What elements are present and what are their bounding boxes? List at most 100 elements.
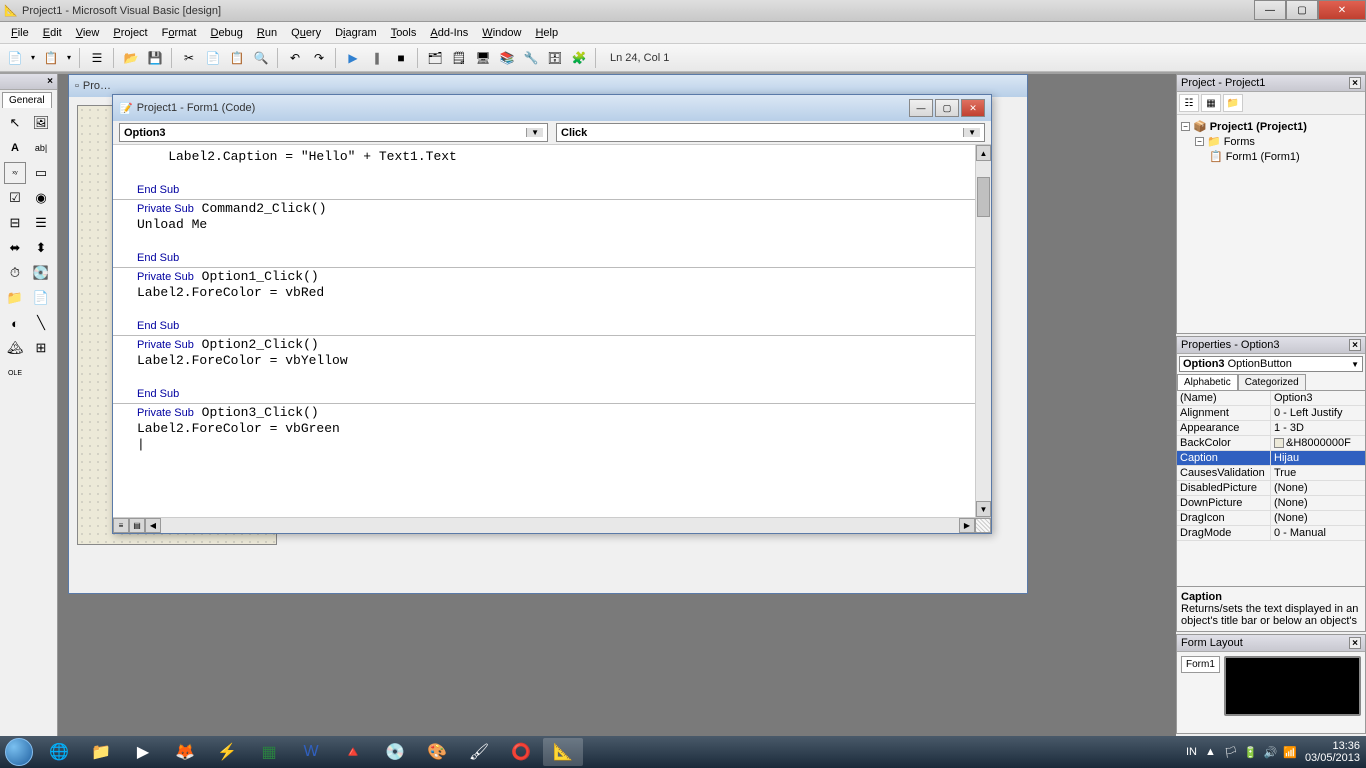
tree-project-root[interactable]: − 📦 Project1 (Project1) <box>1181 119 1361 134</box>
property-row[interactable]: (Name)Option3 <box>1177 391 1365 406</box>
object-selector[interactable]: Option3 OptionButton ▼ <box>1179 356 1363 372</box>
tree-forms-folder[interactable]: − 📁 Forms <box>1181 134 1361 149</box>
menu-diagram[interactable]: Diagram <box>328 24 384 42</box>
scroll-thumb[interactable] <box>977 177 990 217</box>
code-close-button[interactable]: ✕ <box>961 99 985 117</box>
textbox-tool[interactable]: ab| <box>30 137 52 159</box>
battery-icon[interactable]: 🔋 <box>1244 746 1258 759</box>
combobox-tool[interactable]: ⊟ <box>4 212 26 234</box>
monitor-preview[interactable] <box>1224 656 1361 716</box>
form-layout-body[interactable]: Form1 <box>1177 652 1365 733</box>
show-hidden-icon[interactable]: ▲ <box>1205 746 1216 758</box>
taskbar-word[interactable]: W <box>291 738 331 766</box>
property-row[interactable]: DragIcon(None) <box>1177 511 1365 526</box>
menu-debug[interactable]: Debug <box>203 24 249 42</box>
property-value[interactable]: True <box>1271 466 1365 480</box>
object-browser-button[interactable]: 📚 <box>496 47 518 69</box>
undo-button[interactable]: ↶ <box>284 47 306 69</box>
dropdown-arrow[interactable]: ▾ <box>64 47 74 69</box>
taskbar-explorer[interactable]: 📁 <box>81 738 121 766</box>
volume-icon[interactable]: 🔊 <box>1264 746 1278 759</box>
language-indicator[interactable]: IN <box>1186 746 1197 758</box>
add-project-button[interactable]: 📄 <box>4 47 26 69</box>
taskbar-paint[interactable]: 🖌 <box>459 738 499 766</box>
toggle-folders-button[interactable]: 📁 <box>1223 94 1243 112</box>
property-value[interactable]: Hijau <box>1271 451 1365 465</box>
property-value[interactable]: 0 - Manual <box>1271 526 1365 540</box>
scroll-right-icon[interactable]: ▶ <box>959 518 975 533</box>
scroll-left-icon[interactable]: ◀ <box>145 518 161 533</box>
filelistbox-tool[interactable]: 📄 <box>30 287 52 309</box>
toolbox-close-icon[interactable]: × <box>47 76 53 87</box>
project-tree[interactable]: − 📦 Project1 (Project1) − 📁 Forms 📋 Form… <box>1177 115 1365 333</box>
vscrollbar-tool[interactable]: ⬍ <box>30 237 52 259</box>
code-body[interactable]: Label2.Caption = "Hello" + Text1.Text En… <box>113 145 991 533</box>
menu-file[interactable]: File <box>4 24 36 42</box>
property-value[interactable]: Option3 <box>1271 391 1365 405</box>
listbox-tool[interactable]: ☰ <box>30 212 52 234</box>
copy-button[interactable]: 📄 <box>202 47 224 69</box>
commandbutton-tool[interactable]: ▭ <box>30 162 52 184</box>
procedure-dropdown[interactable]: Click ▼ <box>556 123 985 142</box>
property-value[interactable]: 0 - Left Justify <box>1271 406 1365 420</box>
view-code-button[interactable]: ☷ <box>1179 94 1199 112</box>
horizontal-scrollbar[interactable]: ≡ ▤ ◀ ▶ <box>113 517 991 533</box>
tree-form-item[interactable]: 📋 Form1 (Form1) <box>1181 149 1361 164</box>
timer-tool[interactable]: ⏱ <box>4 262 26 284</box>
taskbar-ie[interactable]: 🌐 <box>39 738 79 766</box>
open-button[interactable]: 📂 <box>120 47 142 69</box>
data-tool[interactable]: ⊞ <box>30 337 52 359</box>
taskbar-winamp[interactable]: ⚡ <box>207 738 247 766</box>
vertical-scrollbar[interactable]: ▲ ▼ <box>975 145 991 517</box>
form-layout-button[interactable]: 🖥 <box>472 47 494 69</box>
menu-query[interactable]: Query <box>284 24 328 42</box>
tab-alphabetic[interactable]: Alphabetic <box>1177 374 1238 390</box>
property-value[interactable]: (None) <box>1271 481 1365 495</box>
resize-grip[interactable] <box>975 518 991 533</box>
taskbar-chrome[interactable]: ⭕ <box>501 738 541 766</box>
picturebox-tool[interactable]: 🖼 <box>30 112 52 134</box>
paste-button[interactable]: 📋 <box>226 47 248 69</box>
property-value[interactable]: (None) <box>1271 496 1365 510</box>
data-view-button[interactable]: 🗄 <box>544 47 566 69</box>
code-minimize-button[interactable]: — <box>909 99 933 117</box>
code-titlebar[interactable]: 📝 Project1 - Form1 (Code) — ▢ ✕ <box>113 95 991 121</box>
form-layout-close-icon[interactable]: × <box>1349 637 1361 649</box>
collapse-icon[interactable]: − <box>1181 122 1190 131</box>
taskbar-excel[interactable]: ▦ <box>249 738 289 766</box>
code-maximize-button[interactable]: ▢ <box>935 99 959 117</box>
project-explorer-button[interactable]: 🗂 <box>424 47 446 69</box>
save-button[interactable]: 💾 <box>144 47 166 69</box>
minimize-button[interactable]: — <box>1254 0 1286 20</box>
redo-button[interactable]: ↷ <box>308 47 330 69</box>
label-tool[interactable]: A <box>4 137 26 159</box>
taskbar-vb6[interactable]: 📐 <box>543 738 583 766</box>
menu-format[interactable]: Format <box>155 24 204 42</box>
taskbar-firefox[interactable]: 🦊 <box>165 738 205 766</box>
property-row[interactable]: CaptionHijau <box>1177 451 1365 466</box>
shape-tool[interactable]: ◐ <box>4 312 26 334</box>
line-tool[interactable]: ╲ <box>30 312 52 334</box>
collapse-icon[interactable]: − <box>1195 137 1204 146</box>
start-button[interactable] <box>0 736 38 768</box>
taskbar-app1[interactable]: 🎨 <box>417 738 457 766</box>
component-manager-button[interactable]: 🧩 <box>568 47 590 69</box>
menu-project[interactable]: Project <box>106 24 154 42</box>
taskbar-media[interactable]: ▶ <box>123 738 163 766</box>
object-dropdown[interactable]: Option3 ▼ <box>119 123 548 142</box>
maximize-button[interactable]: ▢ <box>1286 0 1318 20</box>
clock[interactable]: 13:36 03/05/2013 <box>1305 740 1360 764</box>
network-icon[interactable]: 📶 <box>1283 746 1297 759</box>
dirlistbox-tool[interactable]: 📁 <box>4 287 26 309</box>
properties-button[interactable]: 🗒 <box>448 47 470 69</box>
tab-categorized[interactable]: Categorized <box>1238 374 1306 390</box>
find-button[interactable]: 🔍 <box>250 47 272 69</box>
menu-window[interactable]: Window <box>475 24 528 42</box>
menu-help[interactable]: Help <box>528 24 565 42</box>
property-row[interactable]: CausesValidationTrue <box>1177 466 1365 481</box>
dropdown-arrow[interactable]: ▾ <box>28 47 38 69</box>
menu-editor-button[interactable]: ☰ <box>86 47 108 69</box>
hscrollbar-tool[interactable]: ⬌ <box>4 237 26 259</box>
drivelistbox-tool[interactable]: 💽 <box>30 262 52 284</box>
taskbar-vlc[interactable]: 🔺 <box>333 738 373 766</box>
